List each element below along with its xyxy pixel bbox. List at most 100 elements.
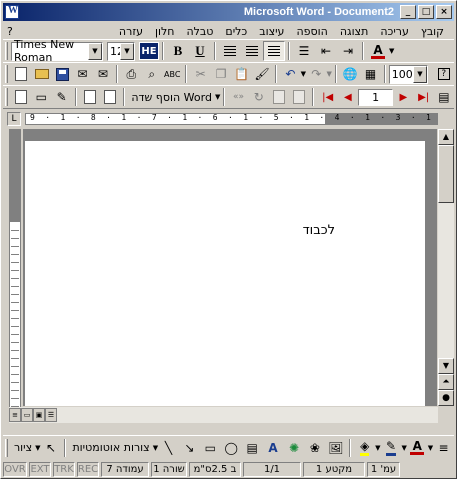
maximize-button[interactable]: □ bbox=[418, 5, 434, 19]
word-app-icon[interactable] bbox=[5, 5, 19, 19]
chevron-down-icon[interactable]: ▼ bbox=[88, 42, 102, 60]
menu-insert[interactable]: הוספה bbox=[290, 25, 333, 38]
minimize-button[interactable]: _ bbox=[400, 5, 416, 19]
oval-button[interactable]: ◯ bbox=[221, 438, 242, 458]
chevron-down-icon[interactable]: ▼ bbox=[413, 65, 427, 83]
autoshapes-menu-button[interactable]: צורות אוטומטיות bbox=[69, 441, 152, 454]
options-button[interactable]: ▤ bbox=[434, 87, 454, 107]
menu-view[interactable]: תצוגה bbox=[334, 25, 374, 38]
scroll-up-button[interactable]: ▲ bbox=[438, 129, 454, 145]
status-rec[interactable]: REC bbox=[77, 462, 99, 477]
numbering-button[interactable]: ☰ bbox=[293, 41, 315, 61]
tables-borders-button[interactable]: ▦ bbox=[360, 64, 380, 84]
font-size-dropdown[interactable]: 12 ▼ bbox=[107, 41, 135, 61]
header-button[interactable] bbox=[11, 87, 31, 107]
toolbar-grip[interactable] bbox=[5, 88, 8, 106]
scroll-down-button[interactable]: ▼ bbox=[438, 358, 454, 374]
title-bar[interactable]: Microsoft Word - Document2 _ □ × bbox=[3, 3, 454, 21]
vertical-scrollbar[interactable]: ▲ ▼ ⏶ ● bbox=[438, 129, 454, 406]
field-codes-button[interactable]: «» bbox=[228, 87, 248, 107]
vertical-ruler[interactable] bbox=[9, 129, 21, 419]
print-layout-button[interactable]: ▣ bbox=[33, 408, 45, 422]
chevron-down-icon[interactable]: ▼ bbox=[215, 93, 220, 101]
unlink-button[interactable] bbox=[289, 87, 309, 107]
ruler-strip[interactable]: 9 · 1 · 8 · 1 · 7 · 1 · 6 · 1 · 5 · 1 · … bbox=[25, 113, 438, 125]
font-name-dropdown[interactable]: Times New Roman ▼ bbox=[11, 38, 103, 64]
undo-button[interactable]: ↶ bbox=[280, 64, 300, 84]
line-color-button[interactable]: ✎ bbox=[381, 438, 402, 458]
language-button[interactable]: HE bbox=[139, 42, 159, 60]
scroll-thumb[interactable] bbox=[438, 145, 454, 203]
select-objects-button[interactable]: ↖ bbox=[41, 438, 62, 458]
status-trk[interactable]: TRK bbox=[53, 462, 75, 477]
arrow-button[interactable]: ↘ bbox=[179, 438, 200, 458]
tab-selector[interactable]: L bbox=[7, 112, 21, 126]
menu-format[interactable]: עיצוב bbox=[253, 25, 290, 38]
update-field-button[interactable]: ↻ bbox=[249, 87, 269, 107]
menu-tools[interactable]: כלים bbox=[219, 25, 253, 38]
picture-button[interactable]: 🖼 bbox=[325, 438, 346, 458]
underline-button[interactable]: U bbox=[189, 41, 211, 61]
menu-window[interactable]: חלון bbox=[149, 25, 180, 38]
outline-view-button[interactable]: ☰ bbox=[45, 408, 57, 422]
redo-button[interactable]: ↷ bbox=[306, 64, 326, 84]
increase-indent-button[interactable]: ⇥ bbox=[337, 41, 359, 61]
align-right-button[interactable] bbox=[263, 41, 285, 61]
menu-table[interactable]: טבלה bbox=[180, 25, 219, 38]
page-number-field[interactable]: 1 bbox=[358, 88, 394, 106]
format-painter-button[interactable]: 🖌 bbox=[252, 64, 272, 84]
frame-button[interactable]: ▭ bbox=[31, 87, 51, 107]
paste-button[interactable]: 📋 bbox=[231, 64, 251, 84]
open-button[interactable] bbox=[31, 64, 51, 84]
last-record-button[interactable]: ▶| bbox=[414, 87, 434, 107]
document-text[interactable]: לכבוד bbox=[303, 223, 335, 238]
document-page[interactable]: לכבוד bbox=[25, 141, 425, 406]
textbox-button[interactable]: ▤ bbox=[242, 438, 263, 458]
align-center-button[interactable] bbox=[241, 41, 263, 61]
first-record-button[interactable]: |◀ bbox=[317, 87, 337, 107]
page-view-button[interactable] bbox=[100, 87, 120, 107]
save-button[interactable] bbox=[52, 64, 72, 84]
lock-field-button[interactable] bbox=[269, 87, 289, 107]
email-button[interactable]: ✉ bbox=[93, 64, 113, 84]
line-button[interactable]: ╲ bbox=[158, 438, 179, 458]
cut-button[interactable]: ✂ bbox=[190, 64, 210, 84]
help-question-icon[interactable]: ? bbox=[3, 25, 17, 38]
page-setup-button[interactable] bbox=[80, 87, 100, 107]
menu-edit[interactable]: עריכה bbox=[374, 25, 415, 38]
browse-object-button[interactable]: ● bbox=[438, 390, 454, 406]
insert-field-button[interactable]: הוסף שדה Word bbox=[128, 91, 215, 104]
permission-button[interactable]: ✉ bbox=[72, 64, 92, 84]
toolbar-grip[interactable] bbox=[5, 42, 8, 60]
draw-menu-button[interactable]: ציור bbox=[11, 441, 35, 454]
chevron-down-icon[interactable]: ▼ bbox=[326, 70, 331, 78]
draw-font-color-button[interactable]: A bbox=[407, 438, 428, 458]
close-button[interactable]: × bbox=[436, 5, 452, 19]
wordart-button[interactable]: A bbox=[263, 438, 284, 458]
hyperlink-button[interactable]: 🌐 bbox=[340, 64, 360, 84]
edit-button[interactable]: ✎ bbox=[51, 87, 71, 107]
bold-button[interactable]: B bbox=[167, 41, 189, 61]
chevron-down-icon[interactable]: ▼ bbox=[120, 42, 134, 60]
fill-color-button[interactable]: ◈ bbox=[354, 438, 375, 458]
line-style-button[interactable]: ≡ bbox=[433, 438, 454, 458]
web-layout-button[interactable]: ▭ bbox=[21, 408, 33, 422]
print-button[interactable]: ⎙ bbox=[121, 64, 141, 84]
clipart-button[interactable]: ❀ bbox=[304, 438, 325, 458]
zoom-dropdown[interactable]: 100% ▼ bbox=[388, 64, 428, 84]
toolbar-grip[interactable] bbox=[5, 438, 8, 457]
menu-file[interactable]: קובץ bbox=[415, 25, 450, 38]
normal-view-button[interactable]: ≡ bbox=[9, 408, 21, 422]
align-left-button[interactable] bbox=[219, 41, 241, 61]
font-color-button[interactable]: A bbox=[367, 41, 389, 61]
menu-help[interactable]: עזרה bbox=[113, 25, 149, 38]
decrease-indent-button[interactable]: ⇤ bbox=[315, 41, 337, 61]
chevron-down-icon[interactable]: ▼ bbox=[389, 47, 394, 55]
new-button[interactable] bbox=[11, 64, 31, 84]
previous-page-button[interactable]: ⏶ bbox=[438, 374, 454, 390]
help-button[interactable]: ? bbox=[434, 64, 454, 84]
status-ext[interactable]: EXT bbox=[29, 462, 51, 477]
rectangle-button[interactable]: ▭ bbox=[200, 438, 221, 458]
status-ovr[interactable]: OVR bbox=[3, 462, 27, 477]
print-preview-button[interactable]: ⌕ bbox=[142, 64, 162, 84]
